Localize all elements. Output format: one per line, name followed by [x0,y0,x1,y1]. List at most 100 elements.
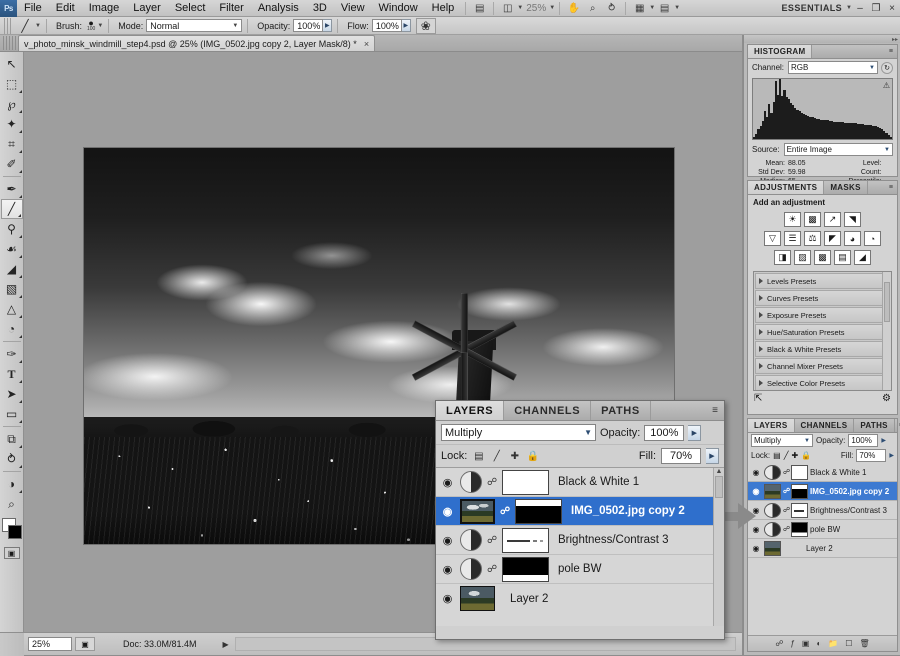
preview-icon[interactable]: ▣ [75,637,95,651]
chevron-down-icon[interactable]: ▼ [35,23,41,29]
brightness-contrast-icon[interactable]: ☀ [784,212,801,227]
tool-dodge-tool[interactable]: ◔ [1,319,23,339]
tool-crop-tool[interactable]: ⌗ [1,134,23,154]
tab-strip-grip[interactable] [3,36,17,50]
gradient-map-icon[interactable]: ▤ [834,250,851,265]
color-swatches[interactable] [0,517,24,543]
layer-row[interactable]: ◉ Layer 2 [436,584,724,613]
link-mask-icon[interactable]: ☍ [783,525,789,533]
layers-list[interactable]: ◉ ☍ Black & White 1 ◉ ☍ IMG_0502.jpg cop… [436,468,724,626]
tool-horizontal-type-tool[interactable]: T [1,364,23,384]
blend-mode-select[interactable]: Normal ▼ [146,19,242,32]
lock-all-icon[interactable]: 🔒 [526,450,539,463]
cached-data-warning-icon[interactable]: ⚠ [883,81,890,90]
tool-spot-healing-brush-tool[interactable]: ✒ [1,179,23,199]
menu-file[interactable]: File [17,0,49,17]
menu-help[interactable]: Help [425,0,462,17]
panel-menu-icon[interactable]: ≡ [706,401,724,420]
layer-row[interactable]: ◉ ☍ pole BW [436,555,724,584]
blend-mode-select[interactable]: Multiply ▼ [441,424,596,441]
tab-paths[interactable]: PATHS [591,401,651,420]
fill-input[interactable]: 70% [856,449,886,462]
panel-menu-icon[interactable]: ≡ [885,181,897,194]
menu-filter[interactable]: Filter [212,0,250,17]
opacity-input[interactable]: 100% [293,19,323,32]
tool-zoom-tool[interactable]: ⌕ [1,494,23,514]
color-balance-icon[interactable]: ⚖ [804,231,821,246]
restore-button[interactable]: ❐ [868,0,884,16]
opacity-slider-arrow[interactable]: ▶ [881,437,886,444]
layer-thumbnail[interactable] [764,484,781,499]
menu-view[interactable]: View [334,0,372,17]
workspace-switcher[interactable]: ESSENTIALS ▼ – ❐ × [778,0,900,17]
tab-channels[interactable]: CHANNELS [795,419,855,432]
dock-layer-row[interactable]: ◉ ☍ Brightness/Contrast 3 [748,501,897,520]
new-group-icon[interactable]: 📁 [828,639,838,648]
layer-row[interactable]: ◉ ☍ IMG_0502.jpg copy 2 [436,497,724,526]
adjustment-thumbnail[interactable] [764,503,781,518]
channel-select[interactable]: RGB ▼ [788,61,878,74]
tool-blur-tool[interactable]: △ [1,299,23,319]
menu-edit[interactable]: Edit [49,0,82,17]
dock-layer-row[interactable]: ◉ ☍ pole BW [748,520,897,539]
tool-eyedropper-tool[interactable]: ✐ [1,154,23,174]
brush-preview[interactable]: ● 100 [87,20,95,32]
layer-mask-thumbnail[interactable] [502,528,549,553]
minimize-button[interactable]: – [852,0,868,16]
tab-layers[interactable]: LAYERS [748,419,795,432]
tool-lasso-tool[interactable]: ℘ [1,94,23,114]
layer-mask-thumbnail[interactable] [791,484,808,499]
tool-rectangular-marquee-tool[interactable]: ⬚ [1,74,23,94]
layer-visibility-icon[interactable]: ◉ [440,592,455,605]
invert-icon[interactable]: ◨ [774,250,791,265]
tool-path-selection-tool[interactable]: ➤ [1,384,23,404]
delete-adjustment-icon[interactable]: ⚙ [882,393,891,404]
return-to-adjustment-list-icon[interactable]: ⇱ [754,393,762,404]
lock-transparent-pixels-icon[interactable]: ▤ [773,451,781,460]
tool-history-brush-tool[interactable]: ☙ [1,239,23,259]
adjustment-thumbnail[interactable] [460,558,482,580]
adjustment-thumbnail[interactable] [460,529,482,551]
exposure-icon[interactable]: ◥ [844,212,861,227]
screen-mode-icon[interactable]: ▦ [630,1,649,16]
preset-scrollbar[interactable] [882,272,891,390]
hand-tool-icon[interactable]: ✋ [564,1,583,16]
scroll-up-icon[interactable]: ▲ [714,468,724,475]
layer-thumbnail[interactable] [460,586,495,611]
add-layer-mask-icon[interactable]: ▣ [802,639,810,648]
layers-scrollbar[interactable]: ▲ [713,468,724,626]
panel-menu-icon[interactable]: ≡ [885,45,897,58]
layer-visibility-icon[interactable]: ◉ [440,476,455,489]
tool-eraser-tool[interactable]: ◢ [1,259,23,279]
opacity-slider-arrow[interactable]: ▶ [688,425,701,441]
fill-slider-arrow[interactable]: ▶ [706,448,719,464]
tab-channels[interactable]: CHANNELS [504,401,591,420]
link-mask-icon[interactable]: ☍ [487,477,497,488]
preset-levels[interactable]: Levels Presets [755,273,890,289]
hue-saturation-icon[interactable]: ☰ [784,231,801,246]
channel-mixer-icon[interactable]: ◔ [864,231,881,246]
link-mask-icon[interactable]: ☍ [783,506,789,514]
layer-mask-thumbnail[interactable] [791,465,808,480]
view-extras-icon[interactable]: ▤ [655,1,674,16]
adjustment-thumbnail[interactable] [764,522,781,537]
selective-color-icon[interactable]: ◢ [854,250,871,265]
layer-thumbnail[interactable] [460,499,495,524]
arrange-documents-icon[interactable]: ◫ [498,1,517,16]
flow-slider-arrow[interactable]: ▶ [402,19,411,32]
tool-rectangle-tool[interactable]: ▭ [1,404,23,424]
preset-list[interactable]: Levels Presets Curves Presets Exposure P… [753,271,892,391]
dock-layer-row[interactable]: ◉ ☍ Black & White 1 [748,463,897,482]
layer-row[interactable]: ◉ ☍ Brightness/Contrast 3 [436,526,724,555]
layer-visibility-icon[interactable]: ◉ [440,563,455,576]
tab-adjustments[interactable]: ADJUSTMENTS [748,181,824,194]
dock-layer-row[interactable]: ◉ Layer 2 [748,539,897,558]
brush-tool-icon[interactable]: ╱ [15,18,35,34]
link-mask-icon[interactable]: ☍ [487,564,497,575]
source-select[interactable]: Entire Image ▼ [784,143,893,156]
layer-mask-thumbnail[interactable] [791,503,808,518]
close-icon[interactable]: × [364,39,369,49]
background-color-swatch[interactable] [8,525,22,539]
chevron-down-icon[interactable]: ▼ [674,5,680,11]
panel-menu-icon[interactable]: ≡ [895,419,900,432]
